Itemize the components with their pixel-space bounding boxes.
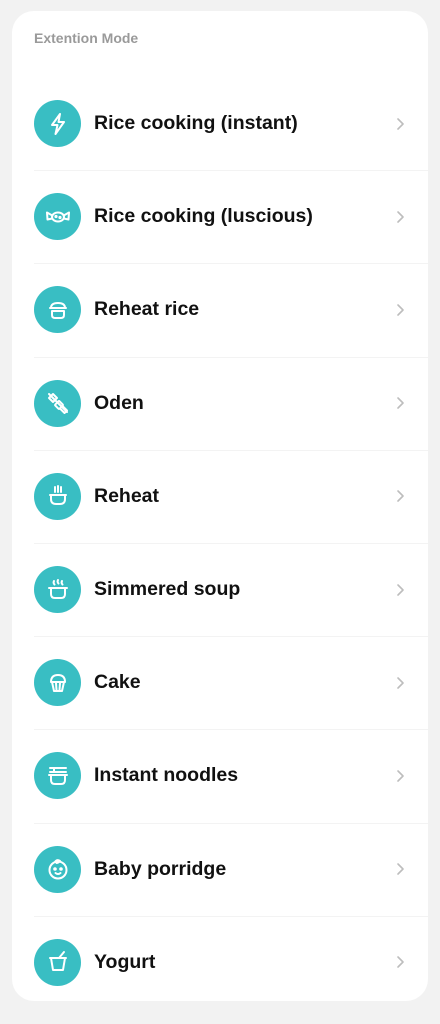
oden-skewer-icon (34, 379, 81, 427)
steaming-bowl-icon (34, 472, 81, 520)
extension-mode-card: Extention Mode Rice cooking (instant) Ri… (12, 11, 428, 1001)
mode-item-label: Cake (94, 671, 141, 694)
mode-item-label: Reheat rice (94, 298, 200, 321)
mode-item-instant-noodles[interactable]: Instant noodles (12, 729, 428, 822)
cupcake-icon (34, 659, 81, 707)
mode-item-label: Rice cooking (luscious) (94, 205, 313, 228)
mode-list: Rice cooking (instant) Rice cooking (lus… (12, 77, 428, 1001)
candy-icon (34, 193, 81, 241)
noodle-cup-icon (34, 752, 81, 800)
mode-item-simmered-soup[interactable]: Simmered soup (12, 542, 428, 636)
chevron-right-icon (397, 770, 404, 782)
chevron-right-icon (397, 117, 404, 130)
mode-item-label: Instant noodles (94, 764, 239, 787)
chevron-right-icon (397, 583, 404, 596)
chevron-right-icon (397, 397, 404, 409)
rice-bowl-icon (34, 286, 81, 334)
mode-item-rice-cooking-instant[interactable]: Rice cooking (instant) (12, 77, 428, 170)
chevron-right-icon (397, 676, 404, 689)
mode-item-rice-cooking-luscious[interactable]: Rice cooking (luscious) (12, 170, 428, 263)
mode-item-oden[interactable]: Oden (12, 356, 428, 450)
mode-item-yogurt[interactable]: Yogurt (12, 915, 428, 1001)
section-title: Extention Mode (34, 30, 139, 46)
chevron-right-icon (397, 304, 404, 316)
mode-item-reheat[interactable]: Reheat (12, 449, 428, 543)
mode-item-label: Baby porridge (94, 857, 227, 880)
soup-pot-icon (34, 566, 81, 614)
mode-item-label: Reheat (94, 484, 160, 507)
mode-item-reheat-rice[interactable]: Reheat rice (12, 263, 428, 356)
chevron-right-icon (397, 956, 404, 969)
mode-item-cake[interactable]: Cake (12, 636, 428, 729)
mode-item-label: Simmered soup (94, 578, 241, 601)
yogurt-cup-icon (34, 938, 81, 986)
chevron-right-icon (397, 210, 404, 223)
chevron-right-icon (397, 863, 404, 875)
mode-item-label: Yogurt (94, 950, 156, 973)
lightning-icon (34, 100, 81, 148)
mode-item-label: Oden (94, 391, 144, 414)
chevron-right-icon (397, 490, 404, 503)
mode-item-baby-porridge[interactable]: Baby porridge (12, 822, 428, 916)
mode-item-label: Rice cooking (instant) (94, 112, 298, 135)
baby-face-icon (34, 845, 81, 893)
